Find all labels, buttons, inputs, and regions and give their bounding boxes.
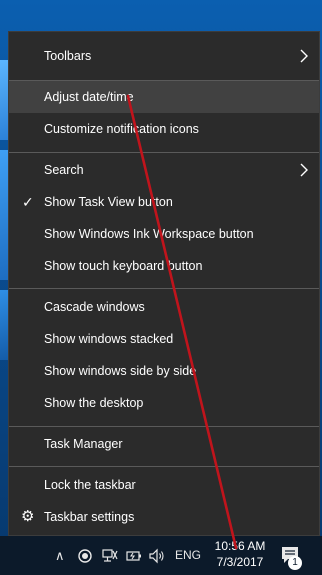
menu-item-show-the-desktop[interactable]: Show the desktop xyxy=(9,387,319,419)
menu-item-label: Show windows stacked xyxy=(44,332,174,346)
menu-separator xyxy=(9,466,319,467)
menu-item-label: Cascade windows xyxy=(44,300,145,314)
menu-item-show-touch-keyboard-button[interactable]: Show touch keyboard button xyxy=(9,250,319,282)
menu-item-show-windows-ink-workspace-button[interactable]: Show Windows Ink Workspace button xyxy=(9,218,319,250)
menu-item-search[interactable]: Search xyxy=(9,154,319,186)
menu-item-taskbar-settings[interactable]: ⚙ Taskbar settings xyxy=(9,501,319,533)
volume-icon[interactable] xyxy=(148,547,166,565)
clock[interactable]: 10:56 AM 7/3/2017 xyxy=(213,538,267,570)
menu-item-cascade-windows[interactable]: Cascade windows xyxy=(9,291,319,323)
submenu-arrow-icon xyxy=(300,163,308,177)
gear-icon: ⚙ xyxy=(21,508,35,525)
menu-item-show-windows-side-by-side[interactable]: Show windows side by side xyxy=(9,355,319,387)
menu-item-label: Customize notification icons xyxy=(44,122,199,136)
menu-separator xyxy=(9,152,319,153)
menu-separator xyxy=(9,288,319,289)
clock-time: 10:56 AM xyxy=(214,539,266,553)
language-indicator[interactable]: ENG xyxy=(175,536,201,575)
menu-item-lock-the-taskbar[interactable]: Lock the taskbar xyxy=(9,469,319,501)
taskbar-context-menu: Toolbars Adjust date/time Customize noti… xyxy=(8,31,320,536)
menu-item-label: Show Task View button xyxy=(44,195,173,209)
network-icon[interactable] xyxy=(101,547,119,565)
menu-separator xyxy=(9,426,319,427)
menu-item-label: Lock the taskbar xyxy=(44,478,136,492)
menu-item-label: Show touch keyboard button xyxy=(44,259,203,273)
menu-item-label: Show windows side by side xyxy=(44,364,197,378)
menu-item-toolbars[interactable]: Toolbars xyxy=(9,40,319,72)
checkmark-icon: ✓ xyxy=(22,194,34,210)
menu-item-label: Toolbars xyxy=(44,49,92,63)
menu-item-customize-notification-icons[interactable]: Customize notification icons xyxy=(9,113,319,145)
menu-item-label: Show Windows Ink Workspace button xyxy=(44,227,254,241)
taskbar: ∧ ENG 10:56 AM 7/3/2017 1 xyxy=(0,536,322,575)
record-icon[interactable] xyxy=(77,548,93,564)
menu-item-label: Show the desktop xyxy=(44,396,144,410)
menu-item-label: Task Manager xyxy=(44,437,123,451)
menu-item-label: Adjust date/time xyxy=(44,90,134,104)
menu-item-label: Search xyxy=(44,163,84,177)
clock-date: 7/3/2017 xyxy=(216,555,264,569)
menu-item-label: Taskbar settings xyxy=(44,510,135,524)
menu-item-task-manager[interactable]: Task Manager xyxy=(9,428,319,460)
menu-item-show-windows-stacked[interactable]: Show windows stacked xyxy=(9,323,319,355)
show-hidden-icons-chevron-icon[interactable]: ∧ xyxy=(55,536,65,575)
menu-item-show-task-view-button[interactable]: ✓ Show Task View button xyxy=(9,186,319,218)
battery-plug-icon[interactable] xyxy=(125,547,143,565)
submenu-arrow-icon xyxy=(300,49,308,63)
notification-count-badge: 1 xyxy=(288,556,302,570)
menu-item-adjust-date-time[interactable]: Adjust date/time xyxy=(9,81,319,113)
